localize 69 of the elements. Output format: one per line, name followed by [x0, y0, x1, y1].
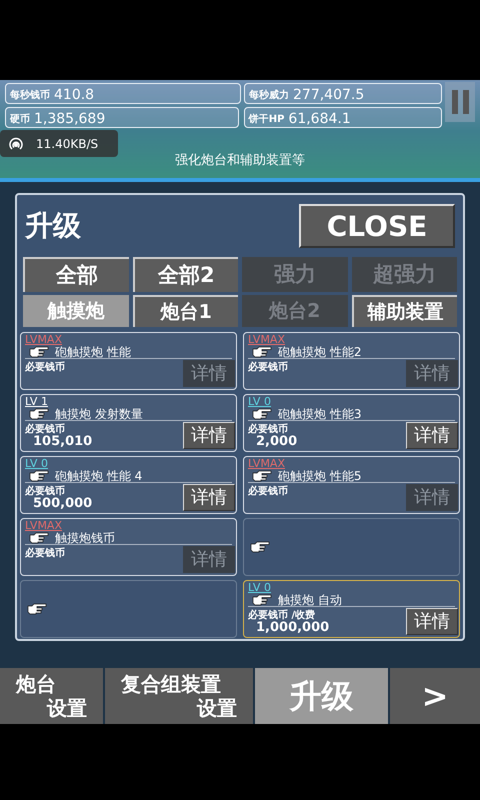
detail-button[interactable]: 详情	[406, 608, 458, 635]
nav-label: 复合组装置	[120, 672, 221, 696]
pause-button[interactable]	[445, 82, 475, 122]
upgrade-name: 砲触摸炮 性能	[55, 346, 131, 358]
pointing-hand-icon	[252, 594, 272, 606]
upgrade-name: 砲触摸炮 性能2	[278, 346, 362, 358]
level-label: LV 1	[25, 396, 48, 407]
pointing-hand-icon	[29, 470, 49, 482]
level-label: LV 0	[248, 582, 271, 593]
stat-value: 1,385,689	[34, 111, 106, 127]
pointing-hand-icon	[27, 603, 47, 615]
stat-value: 410.8	[54, 87, 94, 103]
pointing-hand-icon	[29, 532, 49, 544]
filter-button[interactable]: 全部	[23, 257, 128, 292]
level-label: LVMAX	[248, 334, 285, 345]
category-tab[interactable]: 辅助装置	[352, 295, 457, 327]
cost-label: 必要钱币 /收费	[248, 610, 316, 621]
pointing-hand-icon	[252, 346, 272, 358]
nav-label: 设置	[47, 696, 88, 720]
filter-button[interactable]: 全部2	[132, 257, 238, 292]
level-label: LVMAX	[248, 458, 285, 469]
cost-label: 必要钱币	[25, 424, 65, 435]
detail-button[interactable]: 详情	[183, 422, 235, 449]
cost-label: 必要钱币	[248, 486, 288, 497]
cost-label: 必要钱币	[25, 548, 65, 559]
upgrade-name: 砲触摸炮 性能 4	[55, 470, 142, 482]
nav-label: 炮台	[14, 672, 56, 696]
nav-label: 设置	[197, 696, 238, 720]
nav-button[interactable]: >	[390, 668, 480, 724]
pointing-hand-icon	[250, 541, 270, 553]
upgrade-name: 触摸炮 自动	[278, 594, 342, 606]
nav-label: >	[422, 677, 448, 715]
upgrade-name: 砲触摸炮 性能3	[278, 408, 362, 420]
hotspot-icon	[8, 136, 24, 152]
pointing-hand-icon	[252, 470, 272, 482]
cost-value: 2,000	[256, 435, 298, 448]
pointing-hand-icon	[29, 408, 49, 420]
upgrade-name: 砲触摸炮 性能5	[278, 470, 362, 482]
cost-label: 必要钱币	[248, 424, 288, 435]
upgrade-name: 触摸炮 发射数量	[55, 408, 143, 420]
detail-button[interactable]: 详情	[406, 422, 458, 449]
stat-value: 61,684.1	[288, 111, 351, 127]
close-button[interactable]: CLOSE	[299, 204, 455, 248]
nav-button[interactable]: 复合组装置 设置	[105, 668, 253, 724]
level-label: LVMAX	[25, 334, 62, 345]
pointing-hand-icon	[29, 346, 49, 358]
nav-label: 升级	[290, 677, 354, 715]
panel-title: 升级	[25, 208, 81, 244]
cost-label: 必要钱币	[25, 362, 65, 373]
network-speed: 11.40KB/S	[36, 136, 98, 152]
cost-value: 105,010	[33, 435, 92, 448]
nav-button[interactable]: 炮台 设置	[0, 668, 103, 724]
cost-label: 必要钱币	[248, 362, 288, 373]
cost-value: 500,000	[33, 497, 92, 510]
upgrade-name: 触摸炮钱币	[55, 532, 115, 544]
level-label: LV 0	[25, 458, 48, 469]
stat-value: 277,407.5	[293, 87, 364, 103]
cost-value: 1,000,000	[256, 621, 330, 634]
stat-label: 饼干HP	[248, 113, 284, 127]
stat-label: 每秒威力	[249, 89, 289, 103]
cost-label: 必要钱币	[25, 486, 65, 497]
caption: 强化炮台和辅助装置等	[175, 152, 305, 170]
detail-button[interactable]: 详情	[183, 484, 235, 511]
level-label: LVMAX	[25, 520, 62, 531]
stat-label: 硬币	[10, 113, 30, 127]
pointing-hand-icon	[252, 408, 272, 420]
level-label: LV 0	[248, 396, 271, 407]
category-tab[interactable]: 炮台1	[132, 295, 238, 327]
stat-label: 每秒钱币	[10, 89, 50, 103]
